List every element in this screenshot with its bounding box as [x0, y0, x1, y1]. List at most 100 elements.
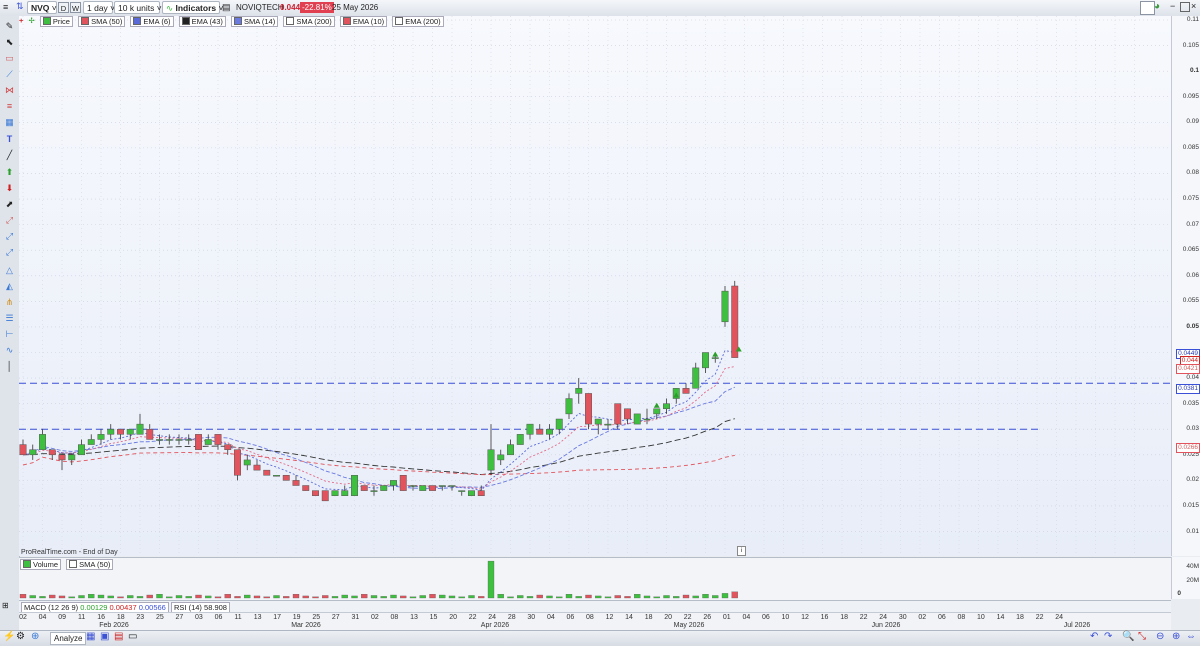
chart-icon[interactable]: ⇅	[16, 1, 24, 12]
candle[interactable]	[243, 459, 251, 466]
candle[interactable]	[165, 439, 173, 441]
legend-ema10[interactable]: EMA (10)	[339, 16, 388, 27]
volume-bar[interactable]	[634, 594, 641, 599]
ruler-icon[interactable]: ▭	[3, 52, 16, 64]
cursor-icon[interactable]: ⬉	[3, 36, 16, 48]
volume-bar[interactable]	[351, 595, 358, 599]
candle[interactable]	[282, 475, 290, 481]
candle[interactable]	[594, 418, 602, 425]
candle[interactable]	[341, 490, 349, 496]
scale-icon[interactable]: ⤡	[1138, 631, 1146, 642]
volume-bar[interactable]	[312, 596, 319, 599]
legend-sma50[interactable]: SMA (50)	[78, 16, 126, 27]
info-icon[interactable]: i	[737, 546, 746, 556]
candle[interactable]	[663, 403, 670, 410]
extend-tool-icon[interactable]: ⤢	[3, 246, 16, 258]
volume-bar[interactable]	[302, 595, 309, 599]
volume-bar[interactable]	[380, 596, 387, 599]
volume-bar[interactable]	[556, 596, 563, 599]
screen-icon[interactable]	[1140, 1, 1155, 15]
zoom-in-icon[interactable]: ⊕	[1172, 631, 1180, 642]
window-icon[interactable]: ▭	[128, 631, 137, 642]
volume-bar[interactable]	[185, 596, 192, 599]
candle[interactable]	[565, 398, 573, 415]
volume-bar[interactable]	[107, 595, 114, 599]
volume-bar[interactable]	[439, 594, 446, 599]
volume-bar[interactable]	[97, 594, 105, 599]
volume-bar[interactable]	[604, 596, 612, 599]
volume-bar[interactable]	[468, 595, 475, 599]
volume-bar[interactable]	[663, 595, 670, 599]
volume-bar[interactable]	[643, 595, 651, 599]
candle[interactable]	[419, 485, 427, 491]
volume-bar[interactable]	[458, 596, 465, 599]
candle[interactable]	[438, 485, 446, 487]
candle[interactable]	[19, 444, 27, 456]
close-icon[interactable]: ×	[1191, 1, 1196, 11]
measure-tool-icon[interactable]: ⊢	[3, 328, 16, 340]
period-d-button[interactable]: D	[58, 2, 69, 13]
volume-bar[interactable]	[595, 595, 602, 599]
volume-bar[interactable]	[624, 596, 631, 599]
volume-bar[interactable]	[429, 594, 436, 599]
candle[interactable]	[263, 469, 271, 476]
candle[interactable]	[136, 423, 144, 435]
volume-bar[interactable]	[195, 594, 202, 599]
candle[interactable]	[224, 444, 232, 450]
candle[interactable]	[380, 485, 388, 491]
volume-bar[interactable]	[283, 596, 290, 599]
price-chart-panel[interactable]: ProRealTime.com - End of Day i	[19, 16, 1171, 556]
volume-bar[interactable]	[19, 594, 27, 599]
down-arrow-icon[interactable]: ⬇	[3, 182, 16, 194]
volume-bar[interactable]	[214, 596, 222, 599]
candle[interactable]	[604, 423, 612, 426]
price-axis[interactable]: 0.11 0.105 0.1 0.095 0.09 0.085 0.08 0.075 0.07 0…	[1171, 16, 1200, 556]
candle[interactable]	[643, 418, 651, 421]
candle[interactable]	[204, 439, 212, 445]
price-chart[interactable]	[19, 16, 1171, 556]
candle[interactable]	[468, 490, 475, 496]
volume-bar[interactable]	[341, 594, 348, 599]
volume-bar[interactable]	[390, 594, 397, 599]
list-icon[interactable]: ≡	[3, 2, 8, 12]
candle[interactable]	[68, 454, 76, 461]
candle[interactable]	[292, 480, 300, 486]
volume-bar[interactable]	[68, 596, 75, 599]
panel-icon[interactable]: ▤	[114, 631, 123, 642]
volume-bar[interactable]	[234, 596, 241, 599]
volume-bar[interactable]	[565, 594, 573, 599]
legend-sma14[interactable]: SMA (14)	[230, 16, 279, 27]
trend-tool-icon[interactable]: ⟋	[3, 68, 16, 80]
volume-bar[interactable]	[331, 596, 339, 599]
candle[interactable]	[321, 490, 329, 502]
legend-settings-icon[interactable]: ✢	[28, 16, 34, 25]
candle[interactable]	[516, 434, 524, 445]
volume-bar[interactable]	[731, 591, 738, 599]
legend-ema200[interactable]: EMA (200)	[392, 16, 444, 27]
candle[interactable]	[360, 485, 368, 491]
indicators-button[interactable]: ∿ Indicators ˅	[162, 1, 223, 14]
candle[interactable]	[234, 449, 241, 476]
period-w-button[interactable]: W	[70, 2, 81, 13]
fit-icon[interactable]: ⇔	[1186, 631, 1196, 642]
pitchfork-icon[interactable]: ⋔	[3, 296, 16, 308]
candle[interactable]	[555, 418, 563, 430]
candle[interactable]	[546, 428, 553, 435]
candle[interactable]	[585, 393, 592, 425]
volume-bar[interactable]	[536, 594, 543, 599]
volume-bar[interactable]	[29, 595, 36, 599]
vertical-line-icon[interactable]: │	[3, 360, 16, 372]
volume-bar[interactable]	[175, 595, 183, 599]
legend-ema6[interactable]: EMA (6)	[130, 16, 174, 27]
layout-icon[interactable]: ▣	[100, 631, 109, 642]
legend-price[interactable]: Price	[39, 16, 73, 27]
expand-icon[interactable]: ⊞	[2, 601, 9, 610]
volume-bar[interactable]	[127, 595, 134, 599]
volume-bar[interactable]	[136, 596, 144, 599]
candle[interactable]	[117, 428, 124, 435]
volume-bar[interactable]	[205, 595, 212, 599]
candle[interactable]	[214, 434, 222, 445]
candle[interactable]	[448, 485, 456, 487]
volume-bar[interactable]	[117, 596, 124, 599]
candle[interactable]	[458, 490, 466, 492]
